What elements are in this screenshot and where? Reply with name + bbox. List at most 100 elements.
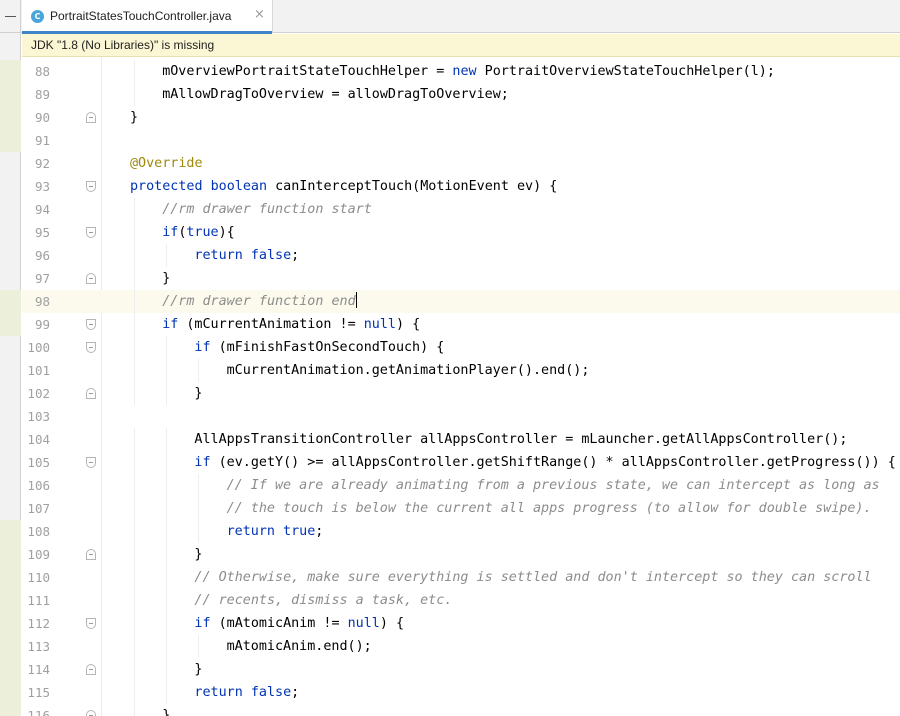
keyword-token: null <box>363 317 396 332</box>
code-text: } <box>162 704 170 716</box>
code-text: } <box>162 267 170 290</box>
code-line[interactable]: 106 // If we are already animating from a… <box>22 474 900 497</box>
line-number: 108 <box>27 524 50 539</box>
code-line[interactable]: 113 mAtomicAnim.end(); <box>22 635 900 658</box>
line-number: 105 <box>27 455 50 470</box>
code-line[interactable]: 112 if (mAtomicAnim != null) { <box>22 612 900 635</box>
code-line[interactable]: 110 // Otherwise, make sure everything is… <box>22 566 900 589</box>
code-token: mAllowDragToOverview = allowDragToOvervi… <box>162 87 509 102</box>
indent-guide <box>134 382 135 405</box>
code-token: AllAppsTransitionController allAppsContr… <box>194 432 848 447</box>
fold-collapse-icon[interactable] <box>86 618 96 629</box>
code-token: (ev.getY() >= allAppsController.getShift… <box>210 455 896 470</box>
code-line[interactable]: 107 // the touch is below the current all… <box>22 497 900 520</box>
editor-tab-bar: C PortraitStatesTouchController.java × <box>0 0 900 34</box>
code-text: // the touch is below the current all ap… <box>227 497 872 520</box>
indent-guide <box>166 566 168 589</box>
change-marker <box>0 520 21 716</box>
code-token: ) { <box>396 317 421 332</box>
line-number: 103 <box>27 409 50 424</box>
code-line[interactable]: 89 mAllowDragToOverview = allowDragToOver… <box>22 83 900 106</box>
minus-icon <box>5 16 16 17</box>
fold-end-icon[interactable] <box>86 273 96 284</box>
code-line[interactable]: 114} <box>22 658 900 681</box>
indent-guide <box>198 497 200 520</box>
code-line[interactable]: 105 if (ev.getY() >= allAppsController.ge… <box>22 451 900 474</box>
code-line[interactable]: 116} <box>22 704 900 716</box>
code-line[interactable]: 93 protected boolean canInterceptTouch(Mo… <box>22 175 900 198</box>
comment-token: // If we are already animating from a pr… <box>226 478 880 493</box>
line-number: 102 <box>27 386 50 401</box>
notification-text: JDK "1.8 (No Libraries)" is missing <box>31 38 215 52</box>
indent-guide <box>134 60 135 83</box>
code-line[interactable]: 102} <box>22 382 900 405</box>
code-line[interactable]: 88 mOverviewPortraitStateTouchHelper = ne… <box>22 60 900 83</box>
line-number: 93 <box>34 179 50 194</box>
keyword-token: false <box>250 248 292 263</box>
keyword-token: return <box>194 685 243 700</box>
indent-guide <box>166 474 168 497</box>
fold-end-icon[interactable] <box>86 112 96 123</box>
code-token: mCurrentAnimation.getAnimationPlayer().e… <box>226 363 590 378</box>
code-token: } <box>130 110 139 125</box>
code-line[interactable]: 103 <box>22 405 900 428</box>
fold-end-icon[interactable] <box>86 710 96 716</box>
indent-guide <box>134 543 135 566</box>
indent-guide <box>166 681 168 704</box>
keyword-token: if <box>194 455 211 470</box>
fold-collapse-icon[interactable] <box>86 342 96 353</box>
code-text: //rm drawer function start <box>162 198 372 221</box>
comment-token: // the touch is below the current all ap… <box>226 501 872 516</box>
line-number: 115 <box>27 685 50 700</box>
keyword-token: true <box>283 524 316 539</box>
code-line[interactable]: 92 @Override <box>22 152 900 175</box>
indent-guide <box>134 612 135 635</box>
code-line[interactable]: 104 AllAppsTransitionController allAppsCo… <box>22 428 900 451</box>
fold-end-icon[interactable] <box>86 664 96 675</box>
code-text: return false; <box>194 681 299 704</box>
change-marker <box>0 290 21 336</box>
indent-guide <box>134 313 135 336</box>
code-line[interactable]: 97} <box>22 267 900 290</box>
code-text: if (ev.getY() >= allAppsController.getSh… <box>194 451 895 474</box>
fold-collapse-icon[interactable] <box>86 181 96 192</box>
code-line[interactable]: 94 //rm drawer function start <box>22 198 900 221</box>
code-line[interactable]: 90} <box>22 106 900 129</box>
code-line[interactable]: 96 return false; <box>22 244 900 267</box>
code-line[interactable]: 99 if (mCurrentAnimation != null) { <box>22 313 900 336</box>
code-line[interactable]: 100 if (mFinishFastOnSecondTouch) { <box>22 336 900 359</box>
fold-end-icon[interactable] <box>86 549 96 560</box>
code-line[interactable]: 111 // recents, dismiss a task, etc. <box>22 589 900 612</box>
fold-collapse-icon[interactable] <box>86 457 96 468</box>
close-tab-icon[interactable]: × <box>254 7 265 22</box>
fold-collapse-icon[interactable] <box>86 227 96 238</box>
code-line[interactable]: 91 <box>22 129 900 152</box>
indent-guide <box>166 451 168 474</box>
line-number: 101 <box>27 363 50 378</box>
code-token: ){ <box>218 225 235 240</box>
indent-guide <box>134 566 135 589</box>
code-line[interactable]: 98 //rm drawer function end <box>22 290 900 313</box>
line-number: 97 <box>34 271 50 286</box>
line-number: 109 <box>27 547 50 562</box>
code-text: } <box>194 382 202 405</box>
code-line[interactable]: 109} <box>22 543 900 566</box>
editor-tab-active[interactable]: C PortraitStatesTouchController.java × <box>22 0 273 34</box>
line-number: 116 <box>27 708 50 716</box>
code-token: } <box>162 271 171 286</box>
code-line[interactable]: 101 mCurrentAnimation.getAnimationPlayer(… <box>22 359 900 382</box>
code-line[interactable]: 115 return false; <box>22 681 900 704</box>
java-class-icon: C <box>31 10 44 23</box>
minimize-panel-button[interactable] <box>0 0 21 33</box>
line-number: 92 <box>34 156 50 171</box>
indent-guide <box>134 359 135 382</box>
code-line[interactable]: 108 return true; <box>22 520 900 543</box>
indent-guide <box>134 589 135 612</box>
code-text: mAtomicAnim.end(); <box>227 635 372 658</box>
fold-collapse-icon[interactable] <box>86 319 96 330</box>
fold-end-icon[interactable] <box>86 388 96 399</box>
code-text: mCurrentAnimation.getAnimationPlayer().e… <box>227 359 590 382</box>
code-text: if(true){ <box>162 221 235 244</box>
code-line[interactable]: 95 if(true){ <box>22 221 900 244</box>
